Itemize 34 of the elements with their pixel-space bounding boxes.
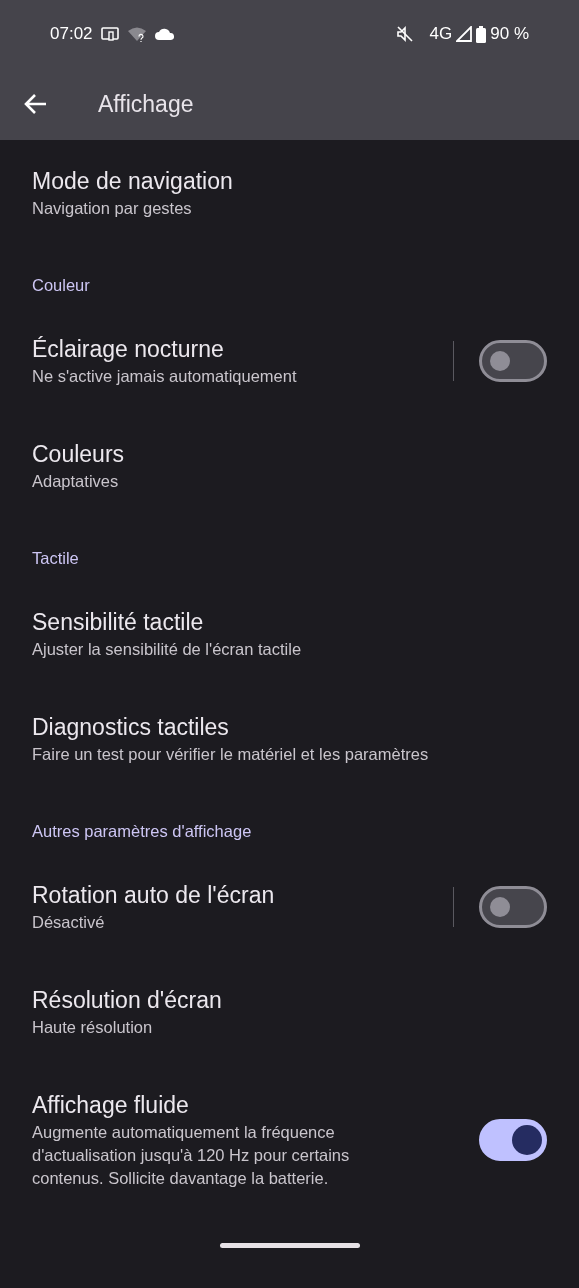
battery-icon — [476, 25, 487, 43]
gesture-handle[interactable] — [219, 1243, 360, 1248]
clock: 07:02 — [50, 23, 93, 46]
wifi-unknown-icon — [126, 26, 147, 42]
setting-title[interactable]: Mode de navigation — [32, 165, 547, 197]
back-icon[interactable] — [24, 93, 48, 115]
screen-title: Affichage — [98, 89, 194, 119]
battery-label: 90 % — [490, 23, 529, 46]
setting-title[interactable]: Couleurs — [32, 438, 547, 470]
setting-summary: Désactivé — [32, 912, 106, 933]
cast-icon — [100, 27, 119, 41]
cloud-icon — [154, 27, 175, 41]
setting-summary: Adaptatives — [32, 471, 120, 492]
section-header: Tactile — [31, 548, 80, 569]
setting-title[interactable]: Éclairage nocturne — [32, 333, 437, 365]
setting-title[interactable]: Résolution d'écran — [32, 984, 547, 1016]
setting-title[interactable]: Sensibilité tactile — [32, 606, 547, 638]
toggle-switch[interactable] — [479, 1118, 547, 1161]
section-header: Couleur — [31, 275, 91, 296]
signal-icon — [456, 26, 473, 42]
setting-summary: Faire un test pour vérifier le matériel et les paramètres — [32, 744, 430, 765]
setting-summary: Haute résolution — [32, 1017, 154, 1038]
setting-title[interactable]: Rotation auto de l'écran — [32, 879, 437, 911]
network-label: 4G — [429, 23, 453, 46]
setting-summary: Ajuster la sensibilité de l'écran tactile — [32, 639, 303, 660]
section-header: Autres paramètres d'affichage — [31, 821, 253, 842]
toggle-switch[interactable] — [479, 885, 547, 928]
mute-icon — [395, 25, 414, 43]
setting-summary: Ne s'active jamais automatiquement — [32, 366, 298, 387]
setting-title[interactable]: Diagnostics tactiles — [32, 711, 547, 743]
setting-title[interactable]: Affichage fluide — [32, 1089, 389, 1121]
toggle-switch[interactable] — [479, 339, 547, 382]
setting-summary: Augmente automatiquement la fréquence d'actualisation jusqu'à 120 Hz pour certains contenus. Sollicite davantage la batterie. — [32, 1122, 351, 1189]
setting-summary: Navigation par gestes — [32, 198, 193, 219]
